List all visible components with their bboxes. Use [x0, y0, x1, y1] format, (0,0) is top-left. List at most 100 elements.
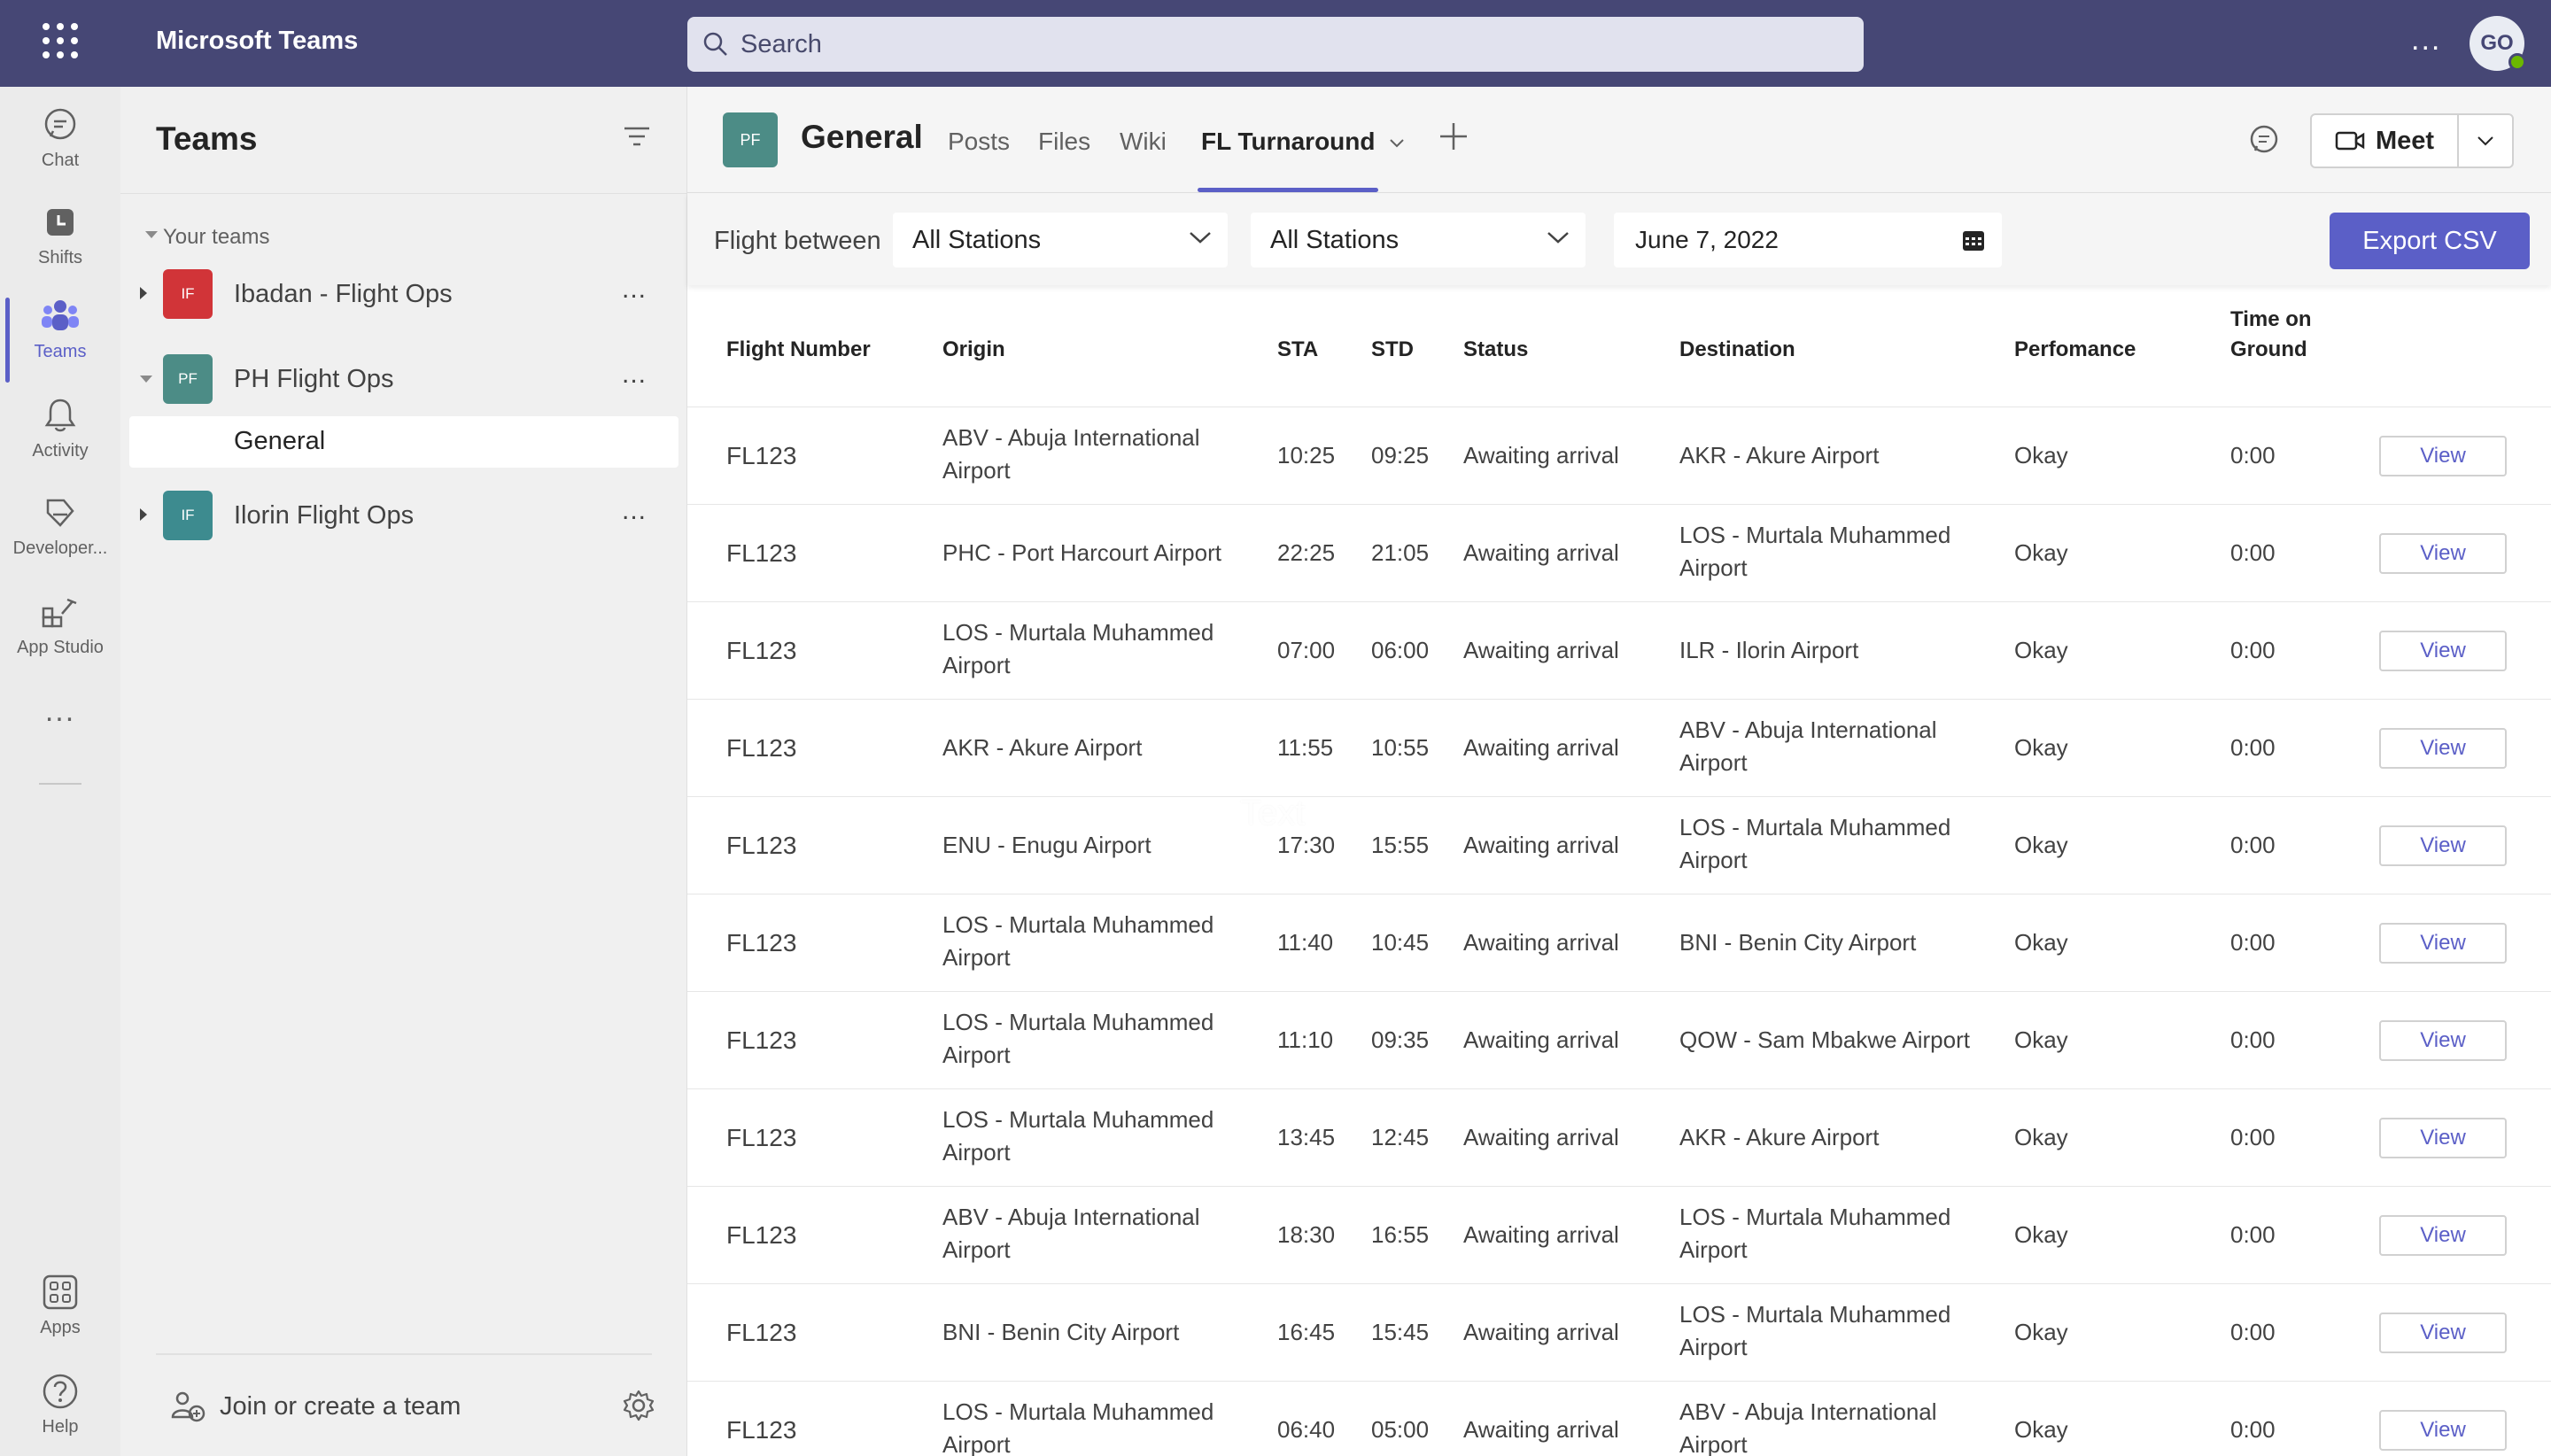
more-options-icon[interactable]: ... [622, 360, 647, 390]
status-cell: Awaiting arrival [1463, 1026, 1619, 1053]
teams-list-pane: Teams Your teams IF Ibadan - Flight Ops … [120, 87, 687, 1456]
channel-avatar: PF [723, 112, 778, 167]
destination-cell-line: ABV - Abuja International [1679, 1398, 1937, 1425]
view-button[interactable]: View [2379, 1020, 2507, 1061]
chevron-down-icon[interactable] [1389, 138, 1405, 149]
sta-cell: 11:55 [1277, 734, 1334, 761]
filter-icon[interactable] [624, 126, 650, 151]
rail-item-shifts[interactable]: Shifts [0, 202, 120, 290]
view-button[interactable]: View [2379, 631, 2507, 671]
tab-posts[interactable]: Posts [948, 128, 1010, 156]
chevron-right-icon[interactable] [140, 287, 147, 299]
meet-options-button[interactable] [2457, 113, 2514, 168]
flight-number-cell: FL123 [726, 539, 797, 567]
search-input[interactable]: Search [687, 17, 1864, 72]
view-button[interactable]: View [2379, 1118, 2507, 1158]
origin-cell: PHC - Port Harcourt Airport [942, 539, 1221, 566]
column-header-performance[interactable]: Perfomance [2014, 335, 2136, 365]
tab-fl-turnaround[interactable]: FL Turnaround [1201, 128, 1405, 156]
add-tab-icon[interactable] [1438, 117, 1469, 161]
destination-cell-line: LOS - Murtala Muhammed [1679, 522, 1951, 548]
column-header-time-on-ground[interactable]: Time on Ground [2230, 305, 2312, 365]
tab-files[interactable]: Files [1038, 128, 1090, 156]
performance-cell: Okay [2014, 539, 2068, 566]
origin-cell: AKR - Akure Airport [942, 734, 1143, 761]
rail-item-activity[interactable]: Activity [0, 395, 120, 484]
active-tab-indicator [1198, 188, 1378, 192]
destination-cell: BNI - Benin City Airport [1679, 929, 1917, 956]
join-or-create-team-link[interactable]: Join or create a team [220, 1392, 461, 1421]
view-button[interactable]: View [2379, 825, 2507, 866]
origin-station-value: All Stations [912, 225, 1042, 254]
more-apps-icon[interactable]: ... [0, 694, 120, 783]
rail-item-app-studio[interactable]: App Studio [0, 592, 120, 680]
view-button[interactable]: View [2379, 1313, 2507, 1353]
date-picker[interactable]: June 7, 2022 [1614, 213, 2002, 267]
column-header-origin[interactable]: Origin [942, 335, 1005, 365]
view-button[interactable]: View [2379, 1410, 2507, 1451]
std-cell: 12:45 [1371, 1124, 1430, 1150]
origin-cell-line: Airport [942, 1139, 1011, 1166]
destination-cell: LOS - Murtala Muhammed Airport [1679, 519, 1950, 585]
more-options-icon[interactable]: ... [622, 275, 647, 305]
column-header-status[interactable]: Status [1463, 335, 1528, 365]
status-cell: Awaiting arrival [1463, 1319, 1619, 1345]
more-options-icon[interactable]: ... [2411, 23, 2441, 58]
meet-button[interactable]: Meet [2310, 113, 2459, 168]
performance-cell: Okay [2014, 734, 2068, 761]
team-item-ibadan[interactable]: IF Ibadan - Flight Ops ... [120, 259, 687, 329]
conversation-icon[interactable] [2248, 124, 2280, 160]
status-cell: Awaiting arrival [1463, 637, 1619, 663]
rail-item-apps[interactable]: Apps [0, 1272, 120, 1360]
rail-label-developer: Developer... [12, 538, 108, 558]
time-on-ground-cell: 0:00 [2230, 637, 2276, 663]
tab-wiki[interactable]: Wiki [1120, 128, 1167, 156]
destination-cell: AKR - Akure Airport [1679, 1124, 1880, 1150]
rail-more-label: ... [44, 694, 76, 728]
view-button[interactable]: View [2379, 436, 2507, 476]
destination-cell-line: LOS - Murtala Muhammed [1679, 1301, 1951, 1328]
destination-cell-line: ABV - Abuja International [1679, 716, 1937, 743]
destination-station-select[interactable]: All Stations [1251, 213, 1586, 267]
view-button[interactable]: View [2379, 1215, 2507, 1256]
title-bar: Microsoft Teams Search ... GO [0, 0, 2551, 87]
export-csv-button[interactable]: Export CSV [2330, 213, 2530, 269]
chevron-down-icon[interactable] [140, 376, 152, 383]
performance-cell: Okay [2014, 832, 2068, 858]
column-header-sta[interactable]: STA [1277, 335, 1318, 365]
gear-icon[interactable] [622, 1389, 655, 1427]
status-cell: Awaiting arrival [1463, 929, 1619, 956]
origin-cell-line: Airport [942, 944, 1011, 971]
calendar-icon[interactable] [1961, 228, 1986, 252]
flight-number-cell: FL123 [726, 1319, 797, 1346]
column-header-flight-number[interactable]: Flight Number [726, 335, 871, 365]
destination-cell-line: LOS - Murtala Muhammed [1679, 1204, 1951, 1230]
rail-item-developer[interactable]: Developer... [0, 492, 120, 581]
more-options-icon[interactable]: ... [622, 496, 647, 526]
view-button[interactable]: View [2379, 923, 2507, 964]
developer-portal-icon [40, 492, 81, 533]
time-on-ground-cell: 0:00 [2230, 1416, 2276, 1443]
chevron-right-icon[interactable] [140, 508, 147, 521]
rail-item-teams[interactable]: Teams [0, 296, 120, 384]
team-item-ph[interactable]: PF PH Flight Ops ... [120, 344, 687, 414]
view-button[interactable]: View [2379, 728, 2507, 769]
column-header-destination[interactable]: Destination [1679, 335, 1795, 365]
origin-station-select[interactable]: All Stations [893, 213, 1228, 267]
origin-cell-line: Airport [942, 1236, 1011, 1263]
destination-cell: QOW - Sam Mbakwe Airport [1679, 1026, 1970, 1053]
status-cell: Awaiting arrival [1463, 1221, 1619, 1248]
column-header-std[interactable]: STD [1371, 335, 1414, 365]
view-button[interactable]: View [2379, 533, 2507, 574]
avatar[interactable]: GO [2470, 16, 2526, 71]
join-team-icon[interactable] [170, 1389, 205, 1429]
channel-item-general[interactable]: General [129, 416, 678, 468]
performance-cell: Okay [2014, 1026, 2068, 1053]
rail-item-help[interactable]: Help [0, 1371, 120, 1456]
rail-item-chat[interactable]: Chat [0, 105, 120, 193]
section-your-teams[interactable]: Your teams [145, 225, 270, 250]
time-on-ground-cell: 0:00 [2230, 832, 2276, 858]
team-item-ilorin[interactable]: IF Ilorin Flight Ops ... [120, 480, 687, 551]
origin-cell: LOS - Murtala Muhammed Airport [942, 1396, 1213, 1456]
app-launcher-icon[interactable] [43, 23, 78, 58]
